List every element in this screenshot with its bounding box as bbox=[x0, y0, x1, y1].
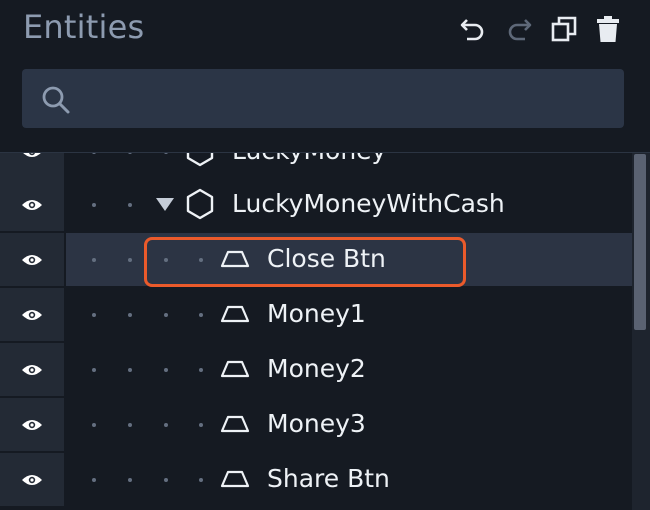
tree-row-label: Money3 bbox=[267, 409, 366, 438]
tree-row-label: Money2 bbox=[267, 354, 366, 383]
search-field[interactable] bbox=[22, 69, 624, 128]
indent-dot bbox=[164, 258, 168, 262]
undo-icon bbox=[460, 19, 484, 41]
indent-dot bbox=[92, 203, 96, 207]
trapezoid-icon bbox=[220, 305, 250, 323]
entities-panel-header: Entities bbox=[0, 0, 650, 153]
indent-dot bbox=[164, 368, 168, 372]
tree-row-body: Money2 bbox=[66, 343, 632, 396]
indent-dot bbox=[164, 423, 168, 427]
tree-row-body: Money1 bbox=[66, 288, 632, 341]
eye-icon bbox=[22, 419, 42, 430]
tree-row-money1[interactable]: Money1 bbox=[0, 288, 632, 343]
search-icon bbox=[42, 86, 70, 114]
indent-dot bbox=[92, 478, 96, 482]
visibility-toggle[interactable] bbox=[0, 178, 64, 233]
tree-scrollbar[interactable] bbox=[632, 152, 650, 510]
duplicate-button[interactable] bbox=[547, 12, 581, 46]
tree-row-luckymoneywithcash[interactable]: LuckyMoneyWithCash bbox=[0, 178, 632, 233]
delete-button[interactable] bbox=[591, 12, 625, 46]
scrollbar-thumb[interactable] bbox=[634, 154, 646, 330]
indent-dot bbox=[199, 478, 203, 482]
indent-dot bbox=[164, 478, 168, 482]
indent-dot bbox=[199, 258, 203, 262]
eye-icon bbox=[22, 474, 42, 485]
indent-dot bbox=[128, 313, 132, 317]
eye-icon bbox=[22, 309, 42, 320]
indent-dot bbox=[128, 478, 132, 482]
indent-dot bbox=[128, 368, 132, 372]
eye-icon bbox=[22, 364, 42, 375]
indent-dot bbox=[92, 368, 96, 372]
trapezoid-icon bbox=[220, 470, 250, 488]
trash-icon bbox=[597, 16, 619, 42]
visibility-toggle[interactable] bbox=[0, 343, 64, 398]
tree-row-body: Money3 bbox=[66, 398, 632, 451]
redo-icon bbox=[508, 19, 532, 41]
tree-row-body: Close Btn bbox=[66, 233, 632, 286]
eye-icon bbox=[22, 199, 42, 210]
visibility-toggle[interactable] bbox=[0, 288, 64, 343]
hexagon-icon bbox=[186, 188, 214, 220]
indent-dot bbox=[199, 423, 203, 427]
tree-row-money2[interactable]: Money2 bbox=[0, 343, 632, 398]
indent-dot bbox=[92, 258, 96, 262]
tree-row-label: Share Btn bbox=[267, 464, 390, 493]
tree-row-label: LuckyMoneyWithCash bbox=[232, 189, 505, 218]
tree-row-money3[interactable]: Money3 bbox=[0, 398, 632, 453]
trapezoid-icon bbox=[220, 415, 250, 433]
indent-dot bbox=[128, 203, 132, 207]
search-input[interactable] bbox=[86, 79, 610, 119]
visibility-toggle[interactable] bbox=[0, 398, 64, 453]
trapezoid-icon bbox=[220, 250, 250, 268]
undo-button[interactable] bbox=[456, 12, 490, 46]
tree-row-body: LuckyMoneyWithCash bbox=[66, 178, 632, 231]
trapezoid-icon bbox=[220, 360, 250, 378]
entity-tree: LuckyMoney LuckyMoneyWithCash bbox=[0, 120, 632, 510]
redo-button[interactable] bbox=[502, 12, 536, 46]
tree-row-close-btn[interactable]: Close Btn bbox=[0, 233, 632, 288]
panel-title: Entities bbox=[23, 8, 145, 46]
expand-caret-icon[interactable] bbox=[156, 198, 174, 211]
indent-dot bbox=[128, 258, 132, 262]
indent-dot bbox=[199, 368, 203, 372]
tree-row-label: Money1 bbox=[267, 299, 366, 328]
visibility-toggle[interactable] bbox=[0, 233, 64, 288]
tree-row-body: Share Btn bbox=[66, 453, 632, 506]
indent-dot bbox=[164, 313, 168, 317]
eye-icon bbox=[22, 254, 42, 265]
indent-dot bbox=[199, 313, 203, 317]
duplicate-icon bbox=[551, 16, 577, 42]
indent-dot bbox=[92, 423, 96, 427]
visibility-toggle[interactable] bbox=[0, 453, 64, 508]
indent-dot bbox=[92, 313, 96, 317]
indent-dot bbox=[128, 423, 132, 427]
tree-row-label: Close Btn bbox=[267, 244, 386, 273]
tree-row-share-btn[interactable]: Share Btn bbox=[0, 453, 632, 508]
